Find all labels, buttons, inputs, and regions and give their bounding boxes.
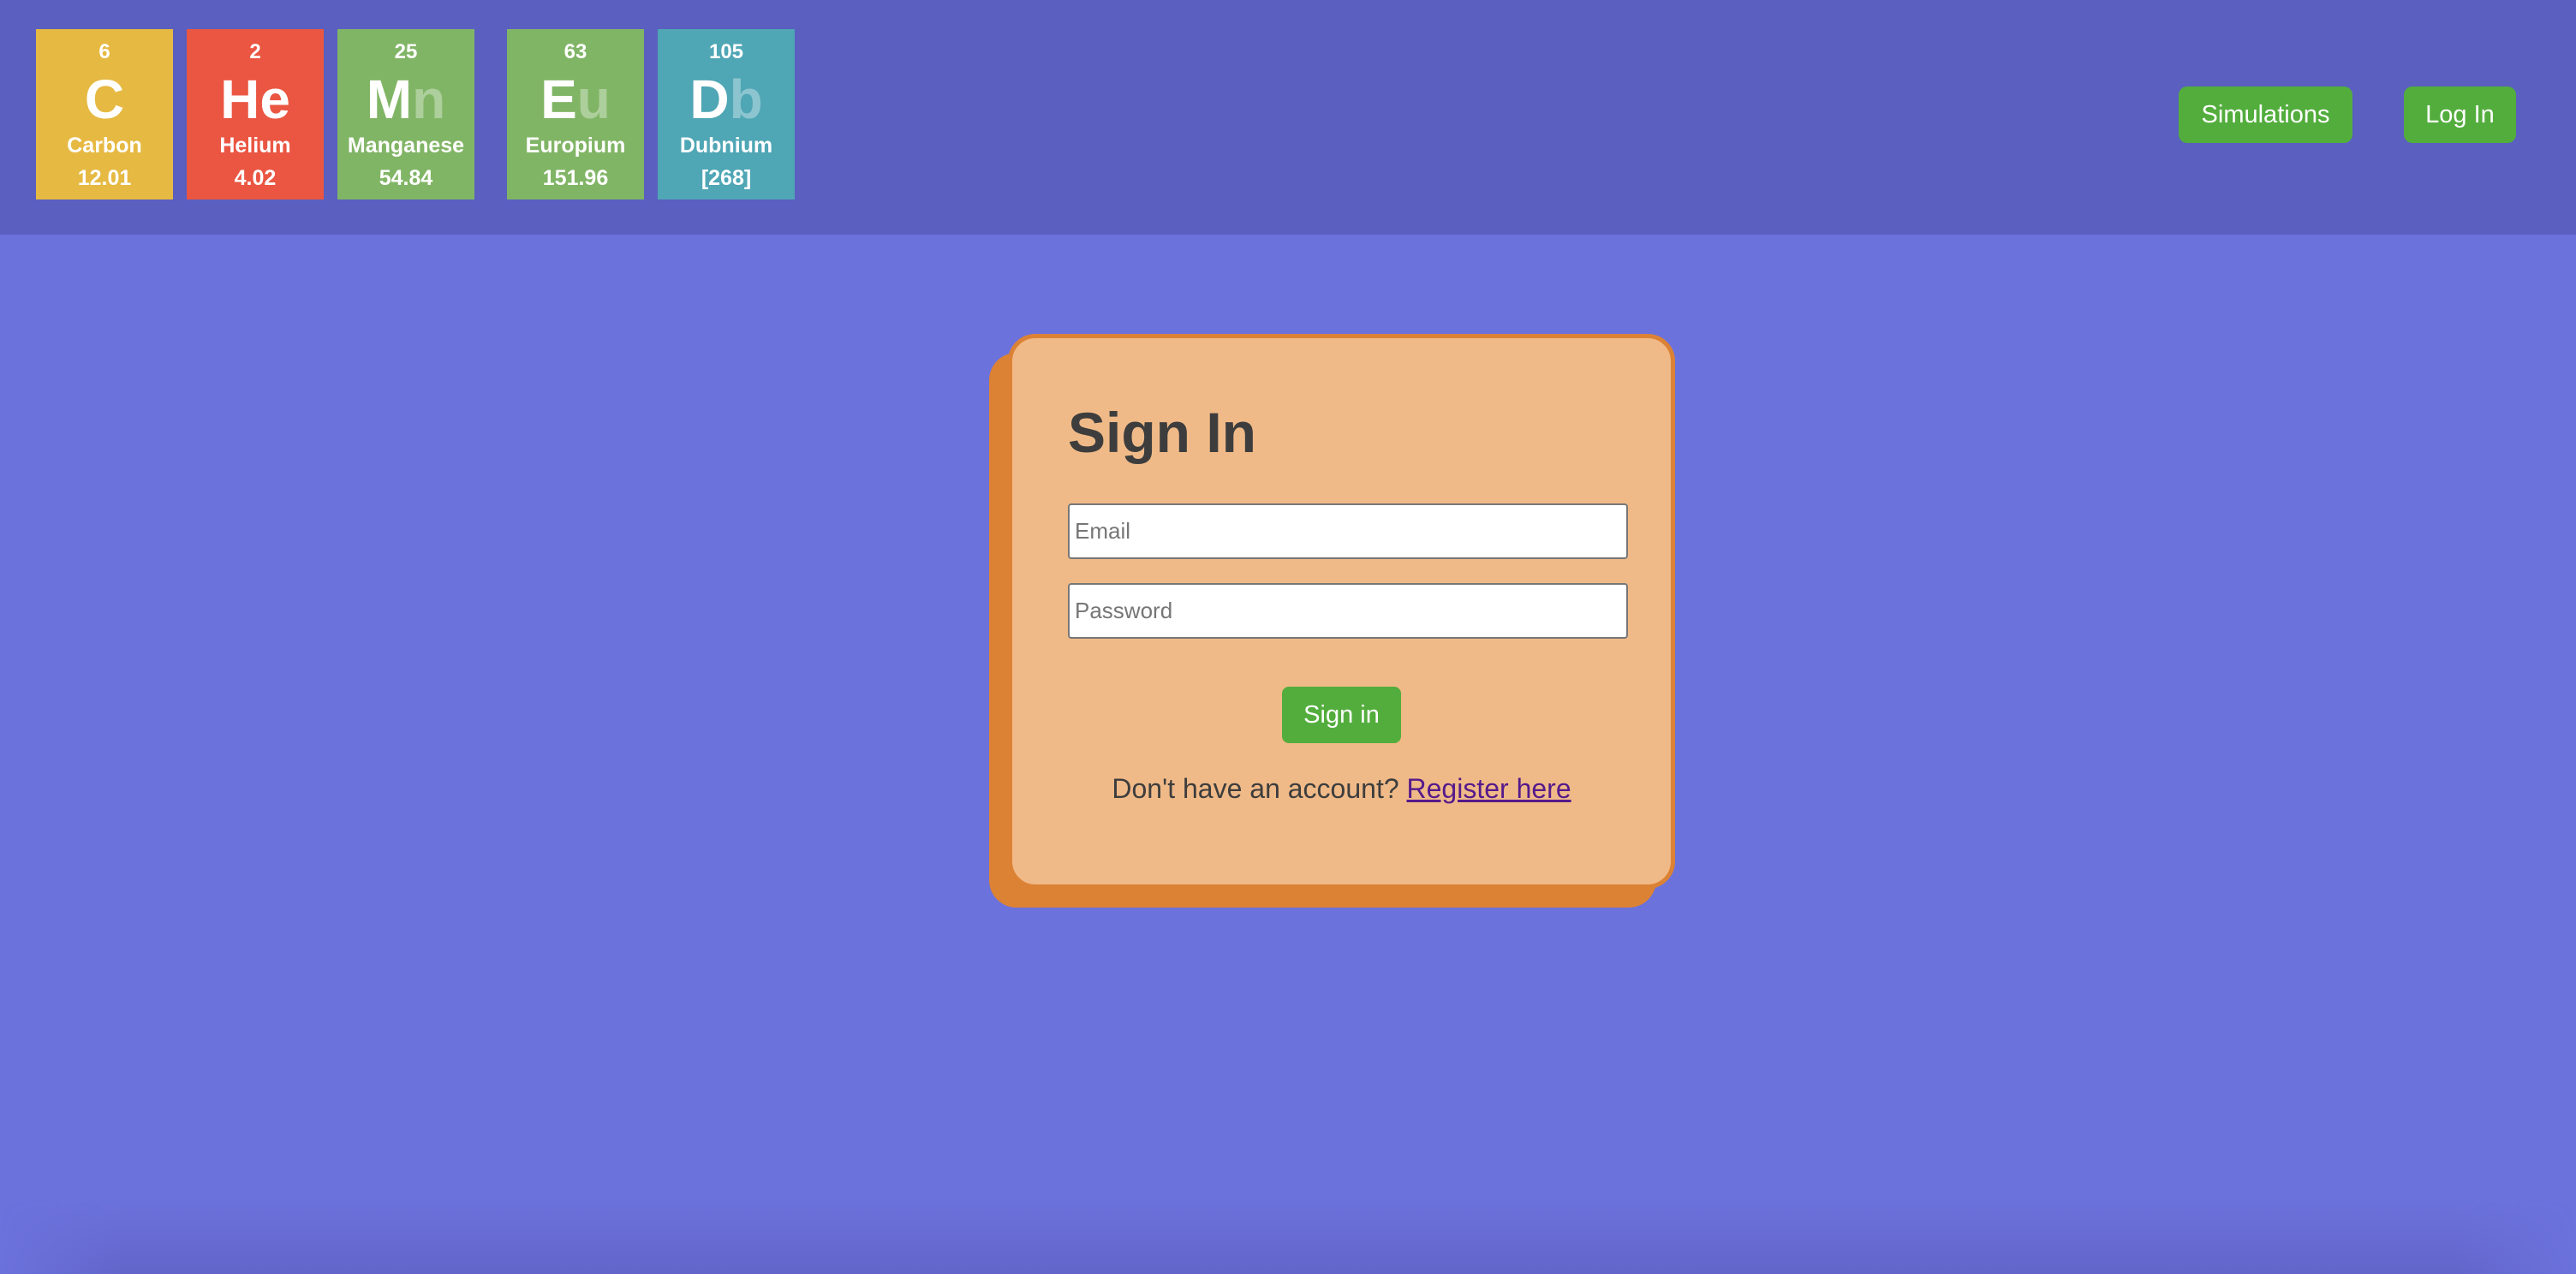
- periodic-table-logo[interactable]: 6 C Carbon 12.01 2 He Helium 4.02 25 Mn …: [0, 0, 856, 235]
- symbol-main: C: [84, 68, 125, 130]
- atomic-number: 105: [708, 40, 744, 63]
- element-symbol: C: [36, 68, 173, 130]
- element-symbol: He: [187, 68, 324, 130]
- login-nav-button[interactable]: Log In: [2404, 86, 2516, 143]
- symbol-main: M: [366, 68, 413, 130]
- atomic-number: 6: [98, 40, 110, 63]
- email-input[interactable]: [1068, 503, 1628, 559]
- element-name: Manganese: [347, 134, 465, 158]
- logo-tile-carbon: 6 C Carbon 12.01: [36, 29, 173, 199]
- logo-tile-manganese: 25 Mn Manganese 54.84: [337, 29, 474, 199]
- atomic-number: 63: [564, 40, 587, 63]
- atomic-number: 25: [394, 40, 418, 63]
- logo-tile-helium: 2 He Helium 4.02: [187, 29, 324, 199]
- register-link[interactable]: Register here: [1407, 773, 1571, 804]
- atomic-mass: 12.01: [77, 166, 132, 190]
- element-name: Carbon: [67, 134, 142, 158]
- symbol-main: E: [540, 68, 577, 130]
- atomic-mass: 4.02: [234, 166, 277, 190]
- logo-tile-dubnium: 105 Db Dubnium [268]: [658, 29, 795, 199]
- symbol-main: D: [689, 68, 730, 130]
- symbol-main: He: [220, 68, 290, 130]
- site-header: 6 C Carbon 12.01 2 He Helium 4.02 25 Mn …: [0, 0, 2576, 235]
- password-input[interactable]: [1068, 583, 1628, 639]
- simulations-button[interactable]: Simulations: [2179, 86, 2352, 143]
- register-prompt-text: Don't have an account?: [1112, 773, 1399, 804]
- atomic-mass: [268]: [701, 166, 752, 190]
- atomic-mass: 151.96: [542, 166, 609, 190]
- logo-tile-europium: 63 Eu Europium 151.96: [507, 29, 644, 199]
- signin-card: Sign In Sign in Don't have an account? R…: [1008, 334, 1675, 889]
- register-prompt: Don't have an account? Register here: [1012, 771, 1671, 806]
- symbol-faded: u: [576, 68, 611, 130]
- signin-submit-button[interactable]: Sign in: [1282, 687, 1401, 743]
- element-name: Helium: [219, 134, 291, 158]
- element-symbol: Eu: [507, 68, 644, 130]
- atomic-number: 2: [249, 40, 261, 63]
- element-name: Dubnium: [679, 134, 773, 158]
- element-symbol: Mn: [337, 68, 474, 130]
- atomic-mass: 54.84: [379, 166, 433, 190]
- footer-shadow: [0, 1199, 2576, 1274]
- element-name: Europium: [525, 134, 626, 158]
- signin-title: Sign In: [1068, 401, 1256, 464]
- element-symbol: Db: [658, 68, 795, 130]
- symbol-faded: b: [729, 68, 763, 130]
- symbol-faded: n: [412, 68, 446, 130]
